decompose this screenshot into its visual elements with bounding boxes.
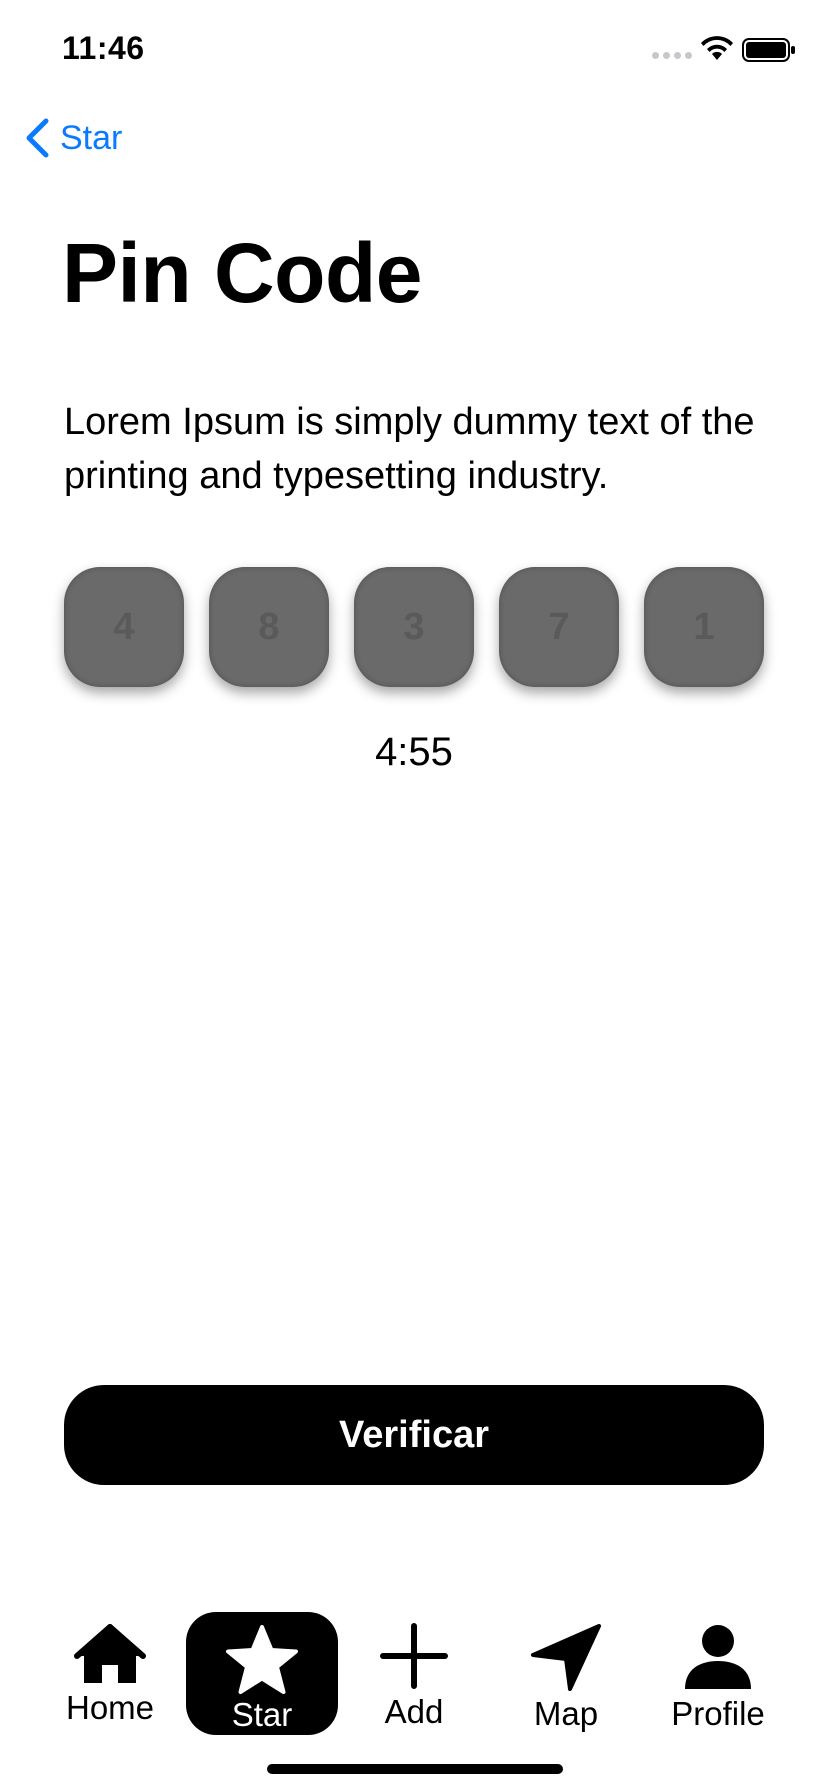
status-time: 11:46 [62,30,145,66]
chevron-left-icon [26,118,49,158]
verify-button[interactable]: Verificar [64,1385,764,1485]
location-arrow-icon [531,1624,601,1691]
cellular-signal-icon [652,52,692,59]
back-button[interactable]: Star [24,118,122,158]
tab-star-label: Star [231,1696,293,1733]
pin-digit-2[interactable]: 8 [209,567,329,687]
person-icon [685,1625,751,1689]
pin-code-input[interactable]: 4 8 3 7 1 [64,567,764,687]
tab-home-label: Home [65,1689,155,1726]
tab-add[interactable]: Add [338,1605,490,1735]
tab-add-label: Add [384,1693,444,1730]
star-icon [226,1625,298,1694]
pin-digit-4[interactable]: 7 [499,567,619,687]
page-title: Pin Code [62,226,423,320]
countdown-timer: 4:55 [375,730,453,774]
pin-digit-3[interactable]: 3 [354,567,474,687]
pin-digit-5[interactable]: 1 [644,567,764,687]
house-icon [74,1624,146,1683]
tab-home[interactable]: Home [34,1605,186,1735]
tab-map[interactable]: Map [490,1605,642,1735]
tab-profile[interactable]: Profile [642,1605,794,1735]
tab-star[interactable]: Star [186,1612,338,1735]
tab-map-label: Map [533,1695,599,1732]
plus-icon [380,1623,448,1689]
tab-profile-label: Profile [671,1695,765,1732]
pin-digit-1[interactable]: 4 [64,567,184,687]
wifi-icon [701,36,733,60]
page-description: Lorem Ipsum is simply dummy text of the … [64,401,755,497]
home-indicator [267,1764,563,1774]
back-button-label: Star [60,118,123,157]
battery-icon [742,38,795,62]
tab-bar: Home Star Add Map Profile [0,1605,828,1735]
